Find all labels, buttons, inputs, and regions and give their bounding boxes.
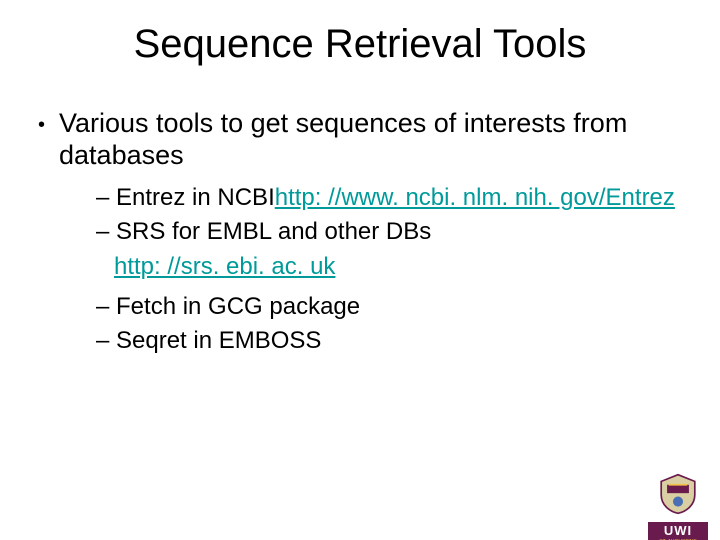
entrez-text: – Entrez in NCBI	[96, 182, 275, 214]
sub-item-entrez: – Entrez in NCBI http: //www. ncbi. nlm.…	[96, 182, 690, 214]
sub-item-srs-link-row: http: //srs. ebi. ac. uk	[96, 251, 690, 283]
sub-item-srs: – SRS for EMBL and other DBs	[96, 216, 690, 248]
bullet-main-text: Various tools to get sequences of intere…	[59, 107, 690, 172]
srs-link[interactable]: http: //srs. ebi. ac. uk	[114, 251, 335, 283]
bullet-dot: •	[38, 113, 45, 137]
uwi-logo: UWI ST. AUGUSTINE CAMPUS	[648, 473, 708, 540]
seqret-text: – Seqret in EMBOSS	[96, 325, 321, 357]
sublist: – Entrez in NCBI http: //www. ncbi. nlm.…	[38, 182, 690, 358]
uwi-text: UWI	[648, 522, 708, 539]
bullet-main: • Various tools to get sequences of inte…	[38, 107, 690, 172]
crest-icon	[657, 473, 699, 515]
entrez-link[interactable]: http: //www. ncbi. nlm. nih. gov/Entrez	[275, 184, 675, 211]
sub-item-fetch: – Fetch in GCG package	[96, 291, 690, 323]
slide: Sequence Retrieval Tools • Various tools…	[0, 22, 720, 540]
srs-text: – SRS for EMBL and other DBs	[96, 216, 431, 248]
slide-title: Sequence Retrieval Tools	[0, 22, 720, 67]
sub-item-seqret: – Seqret in EMBOSS	[96, 325, 690, 357]
fetch-text: – Fetch in GCG package	[96, 291, 360, 323]
slide-body: • Various tools to get sequences of inte…	[0, 107, 720, 358]
